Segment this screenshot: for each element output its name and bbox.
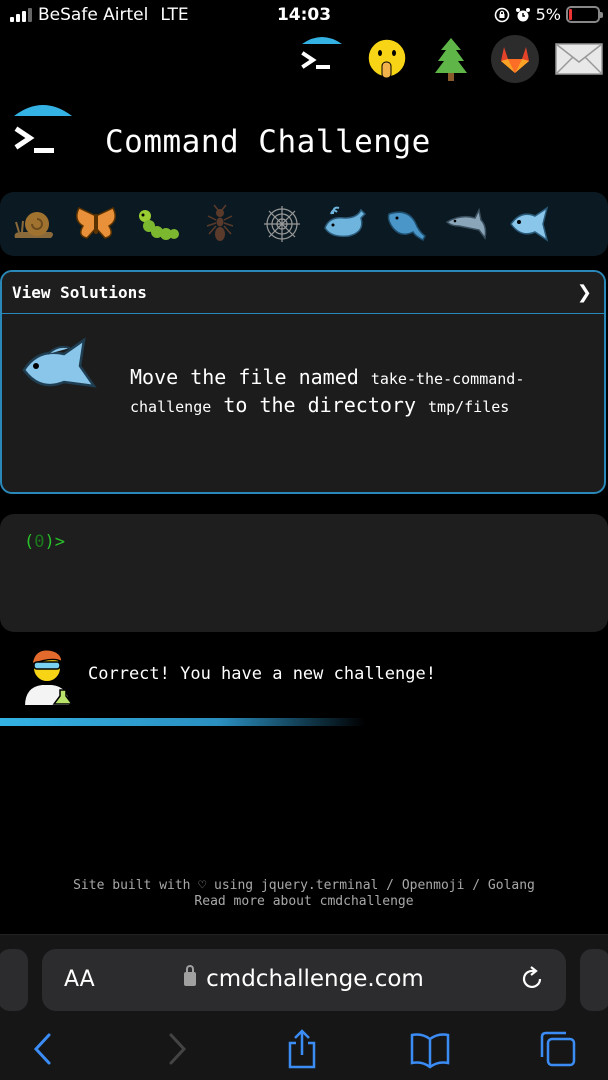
footer-credits[interactable]: Site built with ♡ using jquery.terminal … — [0, 878, 608, 894]
whale-icon[interactable] — [378, 196, 434, 252]
challenge-text-2: to the directory — [211, 393, 429, 417]
result-message: Correct! You have a new challenge! — [0, 640, 608, 710]
tabs-icon[interactable] — [538, 1029, 578, 1069]
snail-icon[interactable] — [6, 196, 62, 252]
view-solutions-label: View Solutions — [12, 283, 147, 302]
prompt-close: )> — [44, 532, 65, 552]
progress-fill — [0, 718, 365, 726]
scientist-icon — [22, 649, 74, 706]
gitlab-icon[interactable] — [490, 34, 540, 84]
spouting-whale-icon[interactable] — [316, 196, 372, 252]
dolphin-icon[interactable] — [440, 196, 496, 252]
shushing-face-icon[interactable] — [362, 34, 412, 84]
terminal-prompt: (0)> — [24, 532, 65, 552]
chevron-right-icon: ❯ — [576, 282, 592, 303]
terminal-umbrella-logo[interactable] — [12, 100, 74, 164]
challenge-body: Move the file named take-the-command-cha… — [2, 314, 604, 492]
ant-icon[interactable] — [192, 196, 248, 252]
fish-icon[interactable] — [502, 196, 558, 252]
battery-percent: 5% — [535, 5, 561, 24]
progress-bar — [0, 718, 608, 726]
bookmarks-icon[interactable] — [410, 1029, 450, 1069]
spider-web-icon[interactable] — [254, 196, 310, 252]
footer: Site built with ♡ using jquery.terminal … — [0, 878, 608, 910]
fish-icon — [22, 337, 97, 388]
level-bar — [0, 192, 608, 256]
terminal-umbrella-icon[interactable] — [296, 34, 348, 84]
prompt-count: 0 — [34, 532, 45, 552]
alarm-icon — [515, 7, 530, 21]
footer-read-more-link[interactable]: Read more about cmdchallenge — [0, 894, 608, 910]
tree-icon[interactable] — [426, 34, 476, 84]
battery-icon — [566, 6, 603, 23]
prompt-open: ( — [24, 532, 35, 552]
status-right: 5% — [494, 5, 603, 24]
address-bar[interactable]: AA cmdchallenge.com — [42, 949, 566, 1011]
challenge-description: Move the file named take-the-command-cha… — [130, 364, 590, 420]
page-header: Command Challenge — [0, 100, 608, 180]
url-text: cmdchallenge.com — [206, 966, 424, 992]
envelope-icon[interactable] — [554, 34, 604, 84]
challenge-directory: tmp/files — [428, 398, 510, 416]
forward-icon[interactable] — [156, 1029, 196, 1069]
terminal[interactable]: (0)> — [0, 514, 608, 632]
browser-toolbar — [0, 1029, 608, 1069]
result-text: Correct! You have a new challenge! — [88, 664, 436, 684]
previous-tab-preview[interactable] — [0, 949, 28, 1011]
next-tab-preview[interactable] — [580, 949, 608, 1011]
challenge-card: View Solutions ❯ Move the file named tak… — [0, 270, 606, 494]
top-icon-bar — [296, 34, 604, 84]
rotation-lock-icon — [494, 7, 509, 22]
status-bar: BeSafe Airtel LTE 14:03 5% — [0, 0, 608, 32]
share-icon[interactable] — [282, 1029, 322, 1069]
browser-bottom-bar: AA cmdchallenge.com — [0, 934, 608, 1080]
page-title: Command Challenge — [105, 124, 431, 160]
butterfly-icon[interactable] — [68, 196, 124, 252]
url-display[interactable]: cmdchallenge.com — [42, 965, 566, 992]
view-solutions-toggle[interactable]: View Solutions ❯ — [2, 272, 604, 314]
challenge-text-1: Move the file named — [130, 365, 371, 389]
reload-icon[interactable] — [518, 965, 546, 993]
caterpillar-icon[interactable] — [130, 196, 186, 252]
back-icon[interactable] — [24, 1029, 64, 1069]
lock-icon — [184, 965, 197, 986]
